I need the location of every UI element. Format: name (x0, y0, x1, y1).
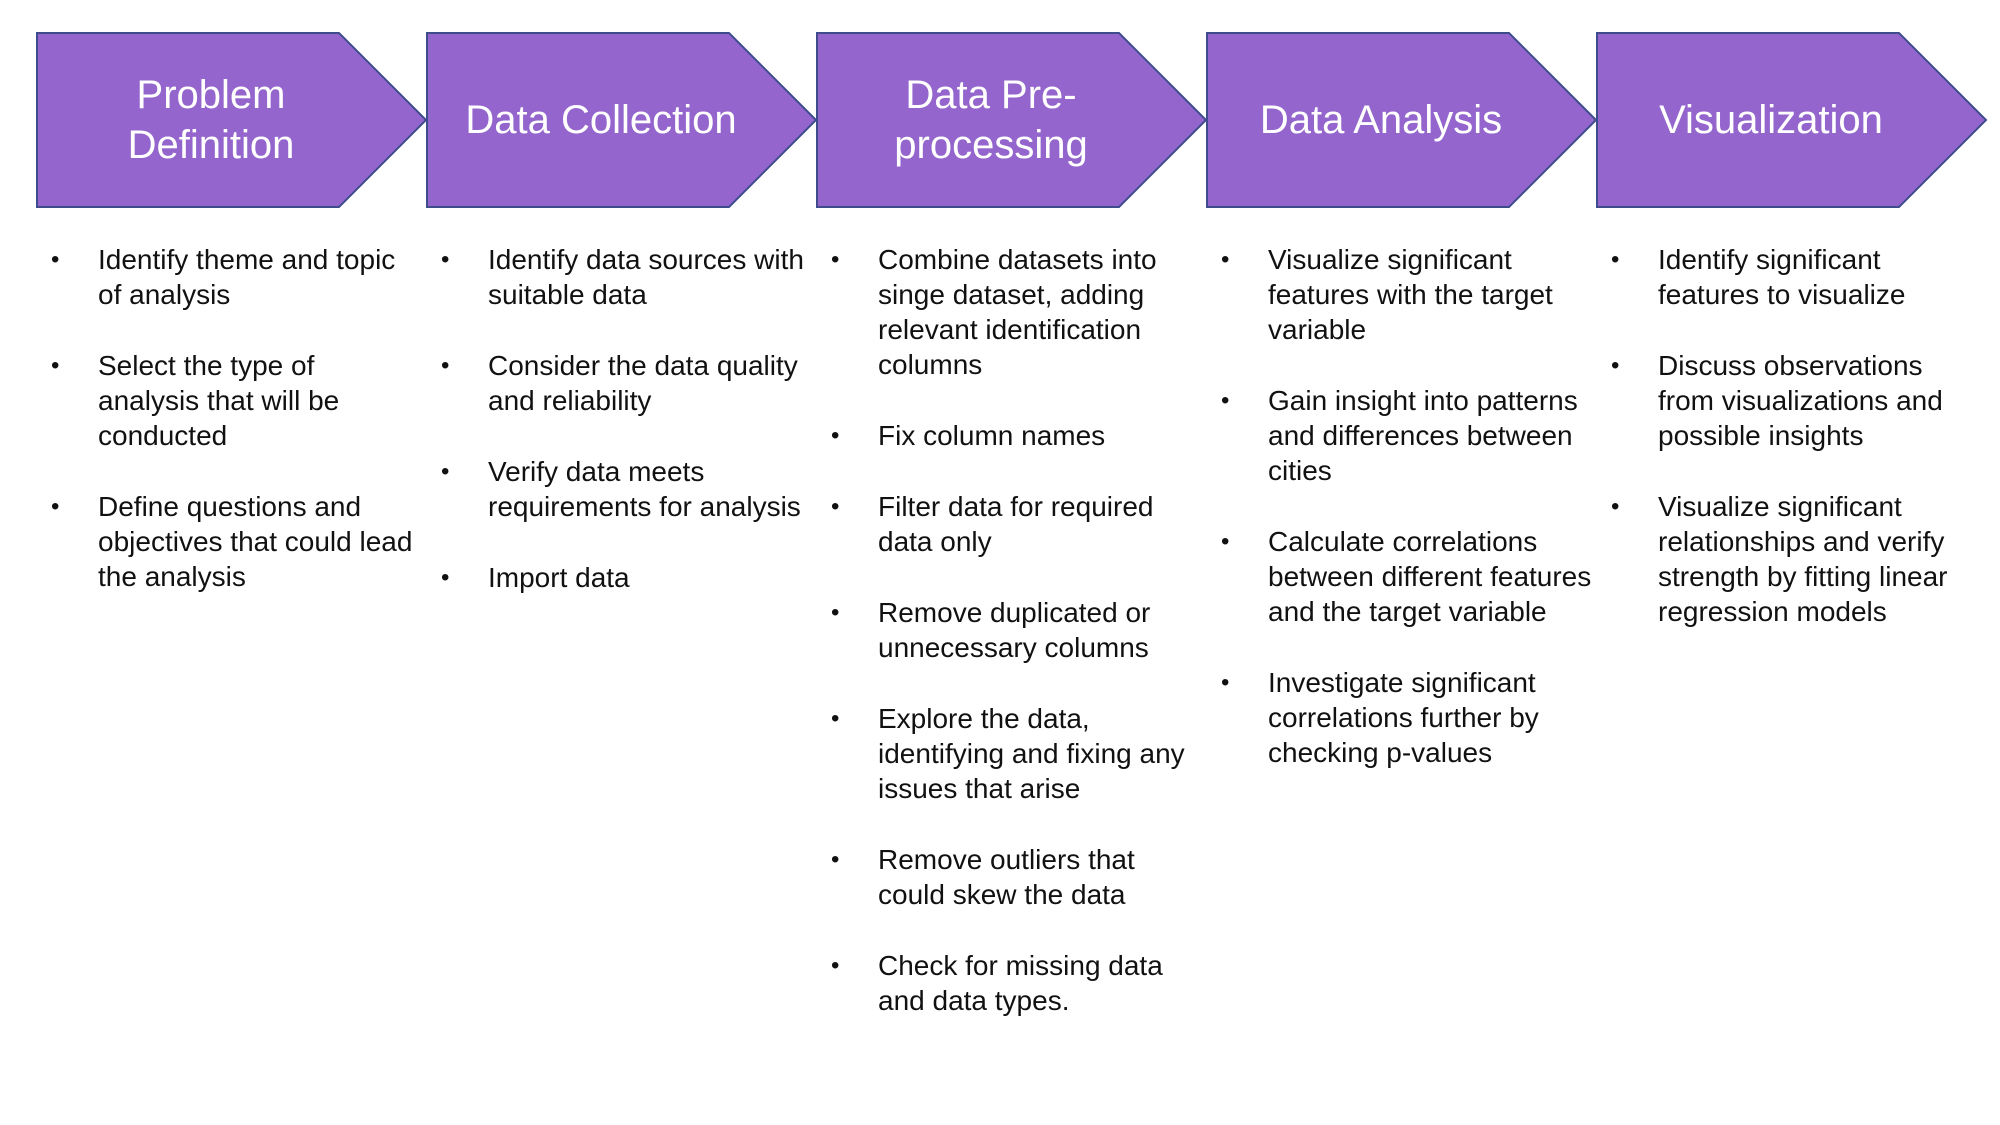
stage-chevron: Data Collection (426, 32, 818, 208)
bullet-dot-icon: • (51, 352, 60, 379)
stage-data-collection: Data Collection • Identify data sources wi… (426, 32, 818, 593)
process-flow-diagram: Problem Definition • Identify theme and to… (0, 0, 2000, 1125)
list-item: • Identify data sources with suitable dat… (426, 242, 818, 312)
list-item: • Gain insight into patterns and differen… (1206, 383, 1598, 488)
list-item: • Verify data meets requirements for anal… (426, 454, 818, 524)
stage-data-pre-processing: Data Pre-processing • Combine datasets int… (816, 32, 1208, 1016)
list-item: • Explore the data, identifying and fixin… (816, 701, 1208, 806)
bullet-dot-icon: • (831, 599, 840, 626)
stage-chevron: Data Analysis (1206, 32, 1598, 208)
bullet-dot-icon: • (441, 246, 450, 273)
bullet-dot-icon: • (441, 458, 450, 485)
bullet-text: Fix column names (878, 420, 1106, 451)
bullet-dot-icon: • (831, 952, 840, 979)
stage-bullet-list: • Visualize significant features with the… (1206, 242, 1598, 806)
bullet-dot-icon: • (1611, 246, 1620, 273)
bullet-dot-icon: • (831, 246, 840, 273)
bullet-dot-icon: • (441, 352, 450, 379)
bullet-text: Calculate correlations between different… (1268, 526, 1592, 627)
bullet-text: Explore the data, identifying and fixing… (878, 703, 1185, 804)
list-item: • Remove outliers that could skew the dat… (816, 842, 1208, 912)
stage-bullet-list: • Identify data sources with suitable dat… (426, 242, 818, 631)
bullet-text: Identify data sources with suitable data (488, 244, 804, 310)
list-item: • Select the type of analysis that will b… (36, 348, 428, 453)
bullet-dot-icon: • (831, 422, 840, 449)
list-item: • Remove duplicated or unnecessary column… (816, 595, 1208, 665)
stage-chevron: Visualization (1596, 32, 1988, 208)
stage-bullet-list: • Combine datasets into singe dataset, ad… (816, 242, 1208, 1054)
bullet-text: Combine datasets into singe dataset, add… (878, 244, 1157, 380)
stage-problem-definition: Problem Definition • Identify theme and to… (36, 32, 428, 592)
bullet-text: Import data (488, 562, 630, 593)
stage-visualization: Visualization • Identify significant featu… (1596, 32, 1988, 627)
bullet-text: Identify significant features to visuali… (1658, 244, 1906, 310)
stage-title: Data Pre-processing (894, 73, 1088, 167)
bullet-text: Filter data for required data only (878, 491, 1154, 557)
bullet-dot-icon: • (1611, 352, 1620, 379)
list-item: • Filter data for required data only (816, 489, 1208, 559)
bullet-text: Verify data meets requirements for analy… (488, 456, 801, 522)
stage-title: Data Collection (465, 98, 737, 142)
bullet-text: Define questions and objectives that cou… (98, 491, 413, 592)
bullet-text: Consider the data quality and reliabilit… (488, 350, 798, 416)
bullet-text: Remove duplicated or unnecessary columns (878, 597, 1151, 663)
list-item: • Visualize significant relationships and… (1596, 489, 1988, 629)
list-item: • Consider the data quality and reliabili… (426, 348, 818, 418)
list-item: • Combine datasets into singe dataset, ad… (816, 242, 1208, 382)
bullet-dot-icon: • (51, 246, 60, 273)
stage-title: Visualization (1659, 98, 1883, 142)
bullet-text: Visualize significant features with the … (1268, 244, 1553, 345)
bullet-text: Investigate significant correlations fur… (1268, 667, 1539, 768)
stage-bullet-list: • Identify significant features to visual… (1596, 242, 1988, 665)
list-item: • Investigate significant correlations fu… (1206, 665, 1598, 770)
bullet-dot-icon: • (831, 705, 840, 732)
list-item: • Check for missing data and data types. (816, 948, 1208, 1018)
stage-title: Data Analysis (1259, 98, 1503, 142)
list-item: • Identify theme and topic of analysis (36, 242, 428, 312)
bullet-dot-icon: • (1611, 493, 1620, 520)
bullet-dot-icon: • (441, 564, 450, 591)
bullet-text: Visualize significant relationships and … (1658, 491, 1948, 627)
bullet-dot-icon: • (1221, 669, 1230, 696)
stage-chevron: Data Pre-processing (816, 32, 1208, 208)
list-item: • Identify significant features to visual… (1596, 242, 1988, 312)
list-item: • Fix column names (816, 418, 1208, 453)
list-item: • Calculate correlations between differen… (1206, 524, 1598, 629)
list-item: • Discuss observations from visualization… (1596, 348, 1988, 453)
bullet-dot-icon: • (51, 493, 60, 520)
bullet-dot-icon: • (831, 846, 840, 873)
bullet-text: Select the type of analysis that will be… (98, 350, 340, 451)
stage-chevron: Problem Definition (36, 32, 428, 208)
bullet-dot-icon: • (1221, 246, 1230, 273)
list-item: • Import data (426, 560, 818, 595)
bullet-text: Remove outliers that could skew the data (878, 844, 1135, 910)
stage-title: Problem Definition (127, 73, 295, 167)
bullet-text: Discuss observations from visualizations… (1658, 350, 1943, 451)
list-item: • Define questions and objectives that co… (36, 489, 428, 594)
bullet-dot-icon: • (1221, 387, 1230, 414)
bullet-dot-icon: • (831, 493, 840, 520)
list-item: • Visualize significant features with the… (1206, 242, 1598, 347)
bullet-dot-icon: • (1221, 528, 1230, 555)
bullet-text: Check for missing data and data types. (878, 950, 1163, 1016)
stage-data-analysis: Data Analysis • Visualize significant feat… (1206, 32, 1598, 768)
stage-bullet-list: • Identify theme and topic of analysis • Se… (36, 242, 428, 630)
bullet-text: Identify theme and topic of analysis (98, 244, 396, 310)
bullet-text: Gain insight into patterns and differenc… (1268, 385, 1578, 486)
